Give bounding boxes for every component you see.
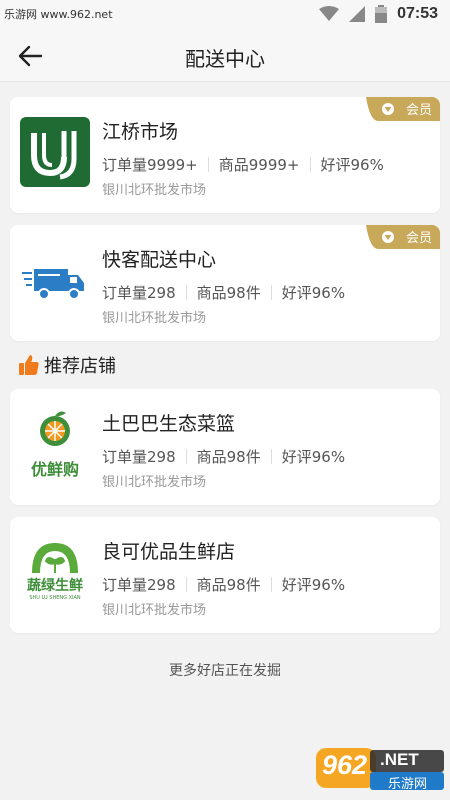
- store-name: 快客配送中心: [102, 249, 217, 271]
- divider: [309, 157, 311, 172]
- store-address: 银川北环批发市场: [102, 475, 207, 490]
- store-card-kuaike[interactable]: 快客配送中心 订单量298 商品98件 好评96% 银川北环批发市场 会员: [10, 225, 440, 341]
- more-stores-hint: 更多好店正在发掘: [169, 663, 281, 679]
- order-count: 订单量298: [102, 284, 176, 302]
- rating: 好评96%: [320, 156, 384, 174]
- watermark-bottom: 962 .NET 乐游网: [314, 744, 446, 796]
- thumbs-up-icon: [19, 355, 39, 375]
- watermark-text: 乐游网: [388, 777, 428, 792]
- clock: 07:53: [397, 5, 438, 22]
- rating: 好评96%: [281, 576, 346, 594]
- recommend-section-header: 推荐店铺: [18, 352, 116, 378]
- store-address: 银川北环批发市场: [102, 311, 207, 326]
- divider: [270, 285, 272, 300]
- nav-bar: 配送中心: [0, 30, 450, 82]
- logo-text: 优鲜购: [30, 460, 79, 479]
- watermark-suffix: .NET: [380, 750, 419, 769]
- store-stats: 订单量298 商品98件 好评96%: [102, 282, 345, 303]
- store-name: 良可优品生鲜店: [102, 541, 236, 563]
- order-count: 订单量9999+: [102, 156, 198, 174]
- store-card-jiangqiao[interactable]: 江桥市场 订单量9999+ 商品9999+ 好评96% 银川北环批发市场 会员: [10, 97, 440, 213]
- store-card-tubaba[interactable]: 优鲜购 土巴巴生态菜篮 订单量298 商品98件 好评96% 银川北环批发市场: [10, 389, 440, 505]
- status-bar: 乐游网 www.962.net 07:53: [0, 0, 450, 30]
- store-logo: 蔬绿生鲜 SHU LU SHENG XIAN: [20, 537, 90, 607]
- logo-subtext: SHU LU SHENG XIAN: [29, 595, 81, 601]
- store-stats: 订单量9999+ 商品9999+ 好评96%: [102, 154, 384, 175]
- member-badge: 会员: [366, 225, 440, 249]
- store-address: 银川北环批发市场: [102, 603, 207, 618]
- store-address: 银川北环批发市场: [102, 183, 207, 198]
- signal-icon: [349, 6, 366, 22]
- battery-icon: [375, 5, 388, 23]
- store-card-liangke[interactable]: 蔬绿生鲜 SHU LU SHENG XIAN 良可优品生鲜店 订单量298 商品…: [10, 517, 440, 633]
- order-count: 订单量298: [102, 576, 176, 594]
- divider: [207, 157, 209, 172]
- member-badge: 会员: [366, 97, 440, 121]
- logo-text: 蔬绿生鲜: [27, 578, 83, 594]
- rating: 好评96%: [281, 284, 346, 302]
- store-logo: 优鲜购: [20, 409, 90, 479]
- badge-label: 会员: [405, 103, 432, 118]
- divider: [185, 449, 187, 464]
- watermark-number: 962: [322, 750, 368, 780]
- divider: [270, 449, 272, 464]
- watermark-top: 乐游网 www.962.net: [4, 8, 113, 21]
- section-title: 推荐店铺: [44, 356, 116, 377]
- page-title: 配送中心: [185, 47, 265, 71]
- divider: [185, 285, 187, 300]
- store-logo: [20, 245, 90, 315]
- store-name: 土巴巴生态菜篮: [102, 413, 236, 435]
- goods-count: 商品9999+: [218, 156, 300, 174]
- store-stats: 订单量298 商品98件 好评96%: [102, 446, 345, 467]
- store-logo: [20, 117, 90, 187]
- goods-count: 商品98件: [196, 284, 261, 302]
- divider: [185, 577, 187, 592]
- wifi-icon: [319, 6, 340, 21]
- rating: 好评96%: [281, 448, 346, 466]
- divider: [270, 577, 272, 592]
- store-name: 江桥市场: [102, 121, 179, 143]
- goods-count: 商品98件: [196, 448, 261, 466]
- badge-label: 会员: [405, 231, 432, 246]
- goods-count: 商品98件: [196, 576, 261, 594]
- order-count: 订单量298: [102, 448, 176, 466]
- store-stats: 订单量298 商品98件 好评96%: [102, 574, 345, 595]
